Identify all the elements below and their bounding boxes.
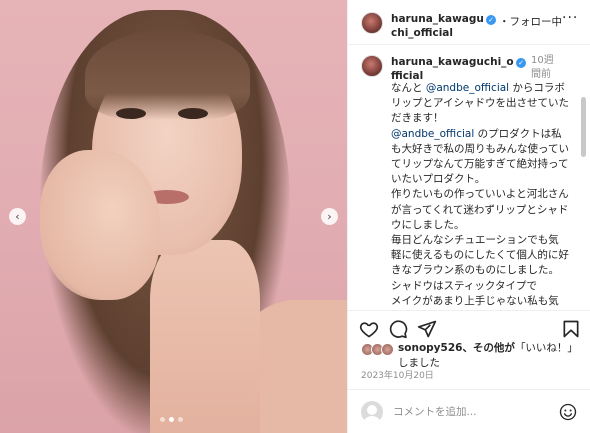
carousel-dot	[178, 417, 183, 422]
comment-input[interactable]	[393, 403, 543, 421]
post-header: haruna_kawaguchi_official ✓ ・フォロー中 ···	[348, 0, 590, 45]
emoji-icon[interactable]	[559, 403, 577, 421]
heart-icon[interactable]	[359, 319, 379, 339]
caption-line: 作りたいもの作っていいよと河北さんが言ってくれて迷わずリップとシャドウにしました…	[391, 188, 569, 231]
user-avatar	[361, 401, 383, 423]
post-side-panel: haruna_kawaguchi_official ✓ ・フォロー中 ··· h…	[347, 0, 590, 433]
comment-bar	[348, 389, 590, 433]
likes-text: sonopy526、その他が「いいね！」しました	[398, 341, 588, 371]
caption-line: @andbe_official のプロダクトは私も大好きで私の周りもみんな使って…	[391, 127, 569, 188]
author-avatar[interactable]	[361, 12, 383, 34]
caption-avatar[interactable]	[361, 55, 383, 77]
likes-word: 「いいね！」	[514, 342, 578, 354]
liker-username[interactable]: sonopy526	[398, 342, 462, 354]
follow-status-button[interactable]: ・フォロー中	[499, 14, 562, 29]
bookmark-icon[interactable]	[561, 319, 581, 339]
caption-timestamp[interactable]: 10週間前	[531, 54, 561, 82]
post-photo: ‹ ›	[0, 0, 347, 433]
post-date[interactable]: 2023年10月20日	[361, 368, 434, 381]
mention-link[interactable]: @andbe_official	[426, 82, 509, 94]
caption-text-segment: なんと	[391, 82, 426, 94]
photo-eye-left	[116, 108, 146, 119]
share-icon[interactable]	[417, 319, 437, 339]
photo-bangs	[85, 30, 250, 120]
caption-line: なんと @andbe_official からコラボリップとアイシャドウを出させて…	[391, 81, 569, 127]
photo-neck	[150, 240, 260, 433]
author-username[interactable]: haruna_kawaguchi_official	[391, 12, 486, 40]
photo-eye-right	[178, 108, 208, 119]
photo-hand	[40, 150, 160, 300]
more-options-icon[interactable]: ···	[562, 10, 578, 26]
caption-section: haruna_kawaguchi_official ✓ 10週間前 なんと @a…	[348, 45, 590, 310]
likes-summary: sonopy526、その他が「いいね！」しました	[361, 341, 586, 371]
next-slide-button[interactable]: ›	[321, 208, 338, 225]
caption-line: シャドウはスティックタイプで	[391, 279, 537, 292]
verified-icon: ✓	[486, 15, 496, 25]
mention-link[interactable]: @andbe_official	[391, 128, 474, 140]
caption-scrollbar[interactable]	[581, 97, 586, 157]
caption-line: 毎日どんなシチュエーションでも気軽に使えるものにしたくて個人的に好きなブラウン系…	[391, 234, 569, 277]
caption-username[interactable]: haruna_kawaguchi_official	[391, 55, 516, 83]
prev-slide-button[interactable]: ‹	[9, 208, 26, 225]
verified-icon: ✓	[516, 58, 526, 68]
liker-avatar[interactable]	[381, 343, 394, 356]
carousel-dots	[160, 417, 183, 422]
carousel-dot-active	[169, 417, 174, 422]
comment-icon[interactable]	[388, 319, 408, 339]
caption-text: なんと @andbe_official からコラボリップとアイシャドウを出させて…	[391, 81, 569, 310]
likes-others[interactable]: 、その他が	[462, 342, 515, 354]
carousel-dot	[160, 417, 165, 422]
caption-line: メイクがあまり上手じゃない私も気軽に使えて本当にありがたい。笑	[391, 294, 559, 307]
